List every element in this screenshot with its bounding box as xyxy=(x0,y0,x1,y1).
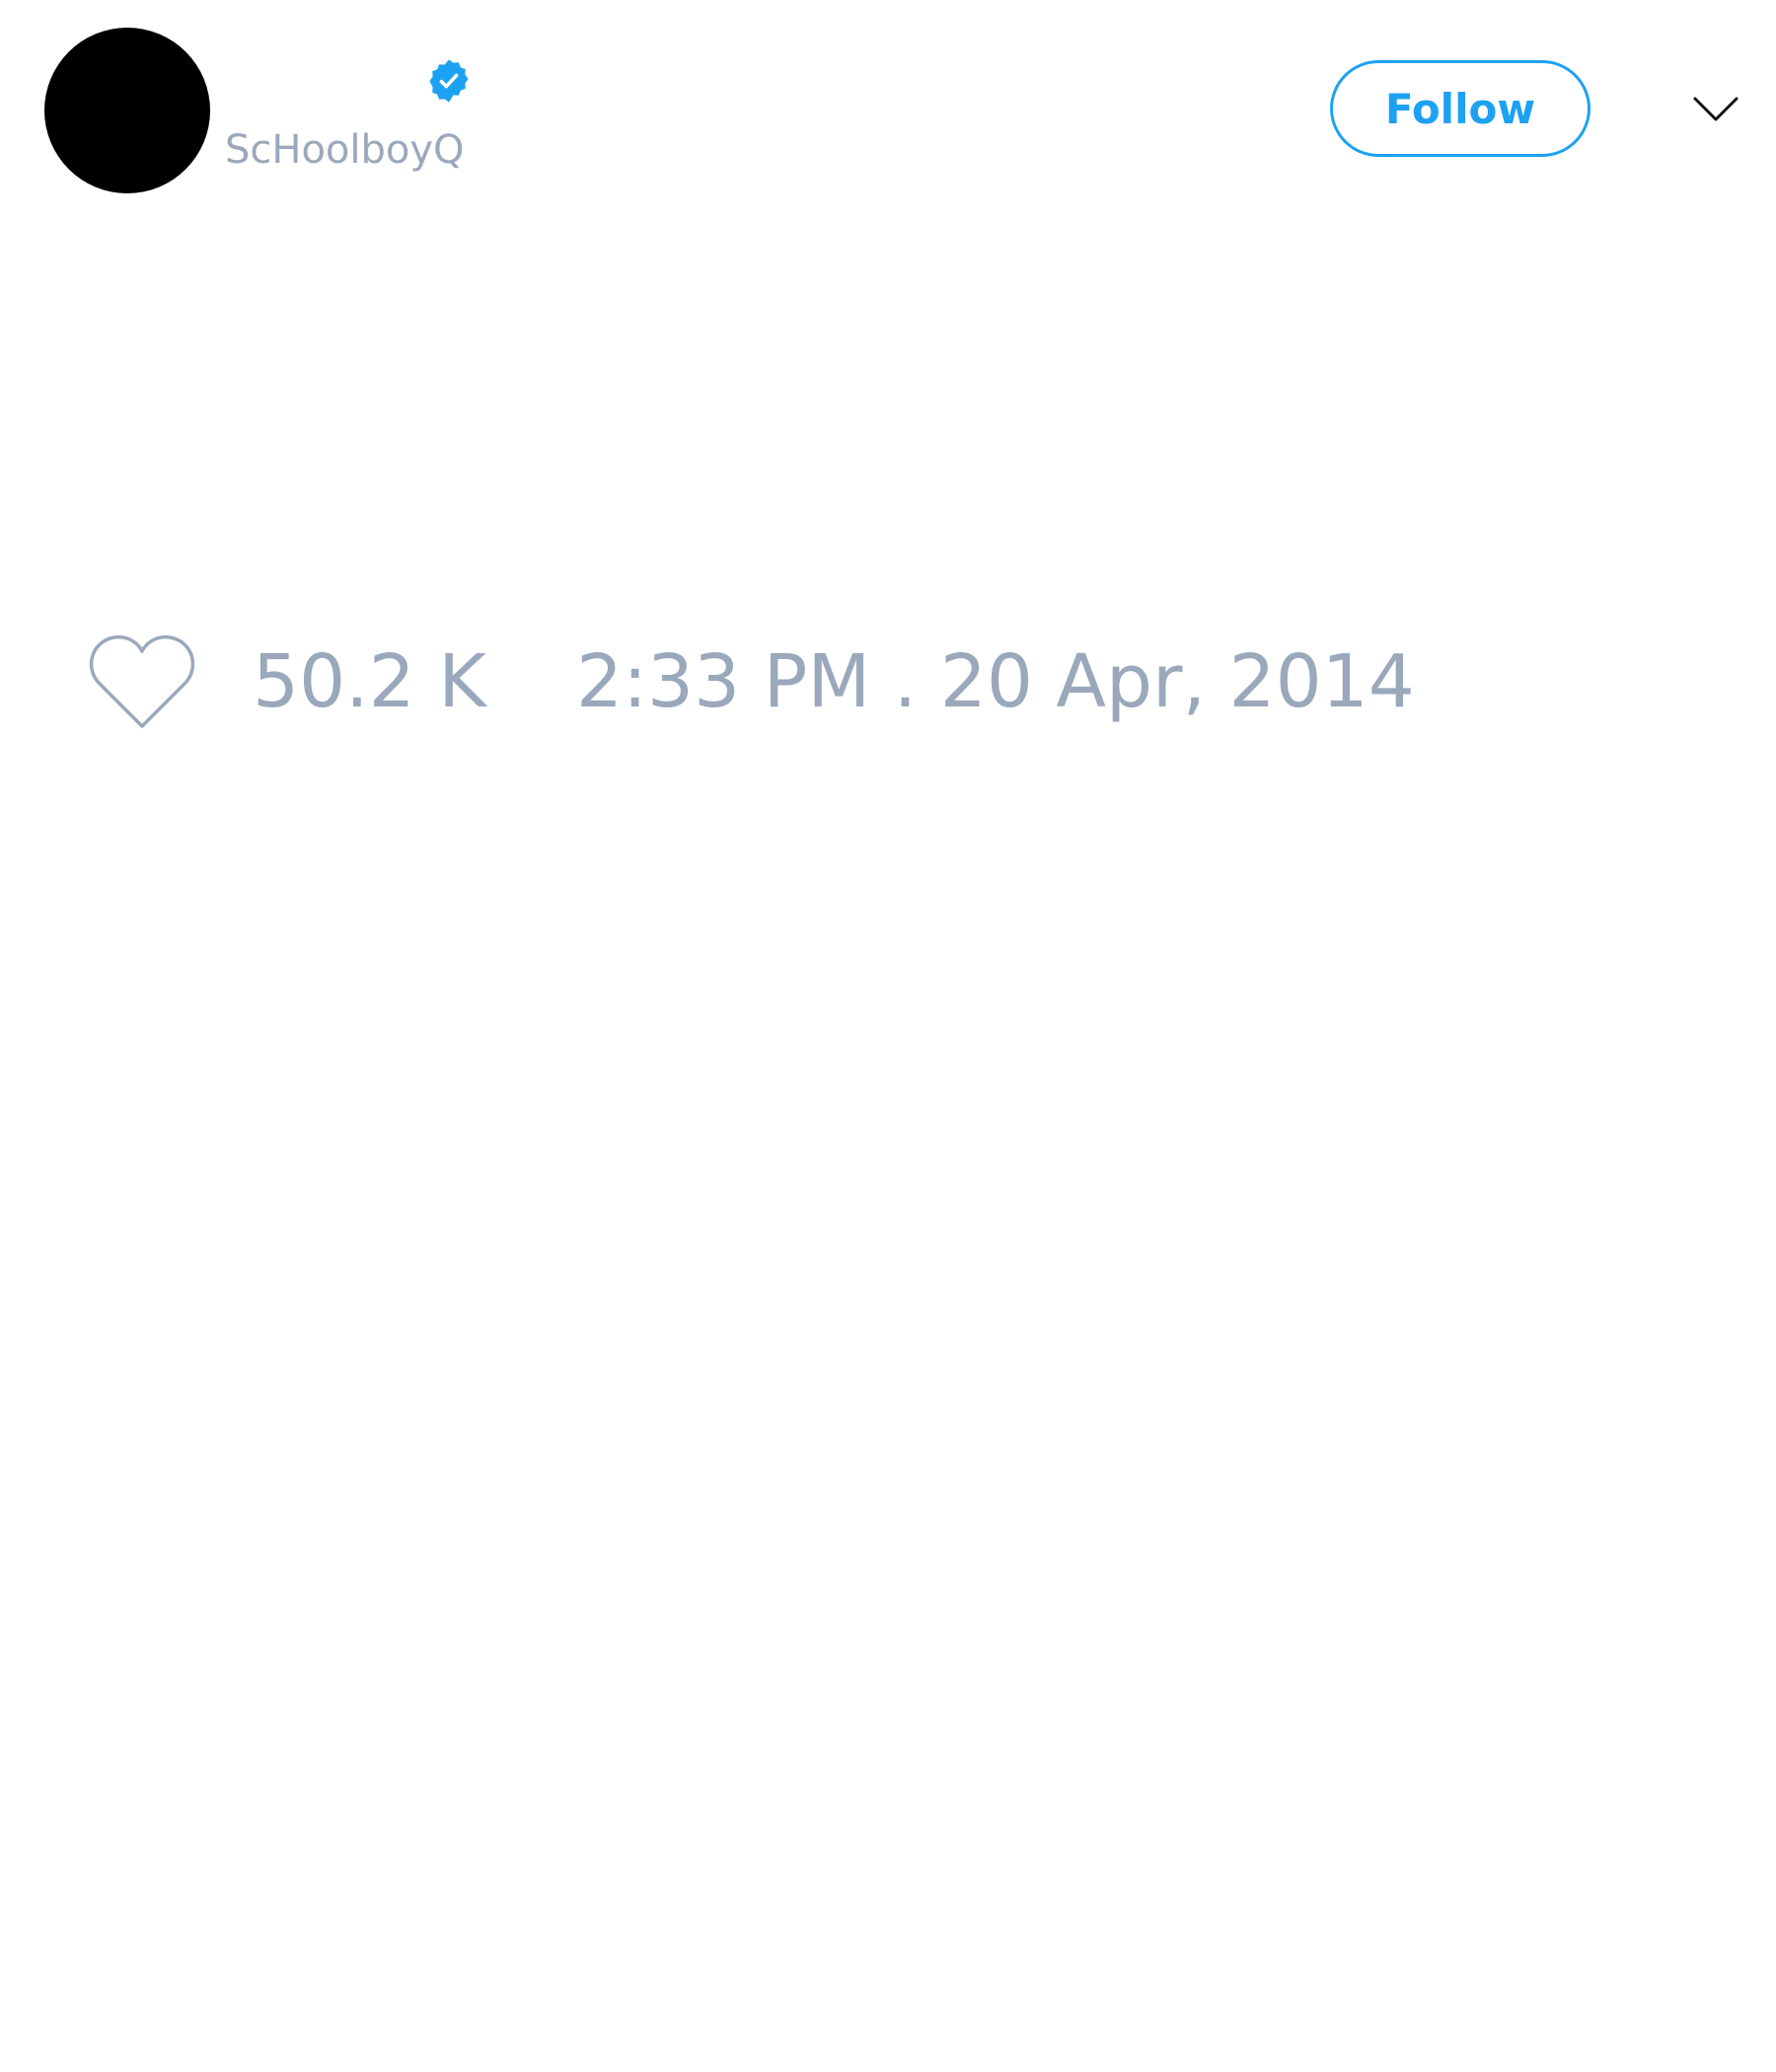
heart-outline-icon[interactable] xyxy=(89,631,195,730)
verified-badge-icon xyxy=(429,59,469,103)
likes-count: 50.2 K xyxy=(253,639,486,724)
author-handle[interactable]: ScHoolboyQ xyxy=(225,125,465,175)
tweet-timestamp[interactable]: 2:33 PM . 20 Apr, 2014 xyxy=(576,639,1415,724)
chevron-down-icon[interactable] xyxy=(1692,91,1739,130)
follow-button[interactable]: Follow xyxy=(1330,60,1591,157)
avatar[interactable] xyxy=(44,28,210,193)
tweet-embed: ScHoolboyQ Follow 50.2 K 2:33 PM . 20 Ap… xyxy=(0,0,1776,2072)
